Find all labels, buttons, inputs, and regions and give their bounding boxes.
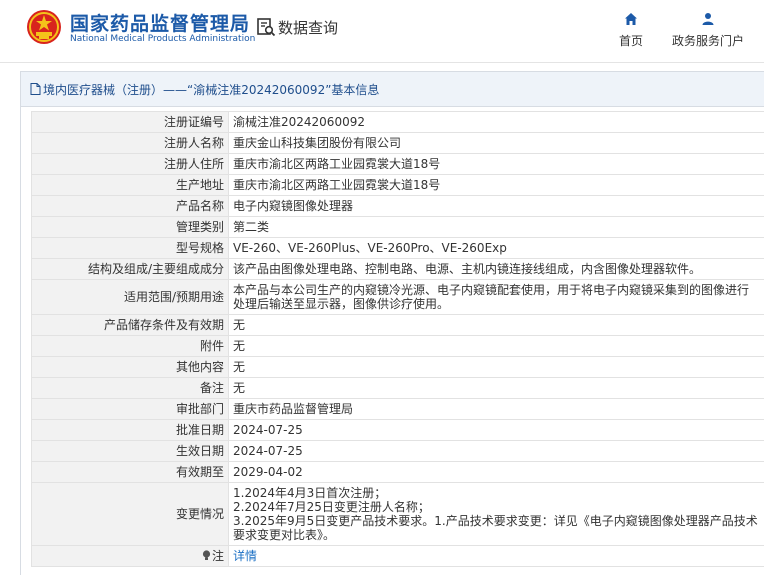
field-value: 本产品与本公司生产的内窥镜冷光源、电子内窥镜配套使用，用于将电子内窥镜采集到的图… bbox=[229, 280, 764, 315]
document-icon bbox=[30, 83, 41, 95]
breadcrumb-text: 境内医疗器械（注册）——“渝械注准20242060092”基本信息 bbox=[43, 81, 379, 98]
table-row: 型号规格VE-260、VE-260Plus、VE-260Pro、VE-260Ex… bbox=[32, 238, 764, 259]
data-query-link[interactable]: 数据查询 bbox=[256, 16, 338, 38]
field-value: VE-260、VE-260Plus、VE-260Pro、VE-260Exp bbox=[229, 238, 764, 259]
field-value: 重庆金山科技集团股份有限公司 bbox=[229, 133, 764, 154]
field-label: 适用范围/预期用途 bbox=[32, 280, 229, 315]
field-label: 有效期至 bbox=[32, 462, 229, 483]
table-row: 管理类别第二类 bbox=[32, 217, 764, 238]
field-label: 生产地址 bbox=[32, 175, 229, 196]
change-history-line: 3.2025年9月5日变更产品技术要求。1.产品技术要求变更：详见《电子内窥镜图… bbox=[233, 514, 760, 542]
table-row: 审批部门重庆市药品监督管理局 bbox=[32, 399, 764, 420]
table-row: 生效日期2024-07-25 bbox=[32, 441, 764, 462]
table-row: 适用范围/预期用途本产品与本公司生产的内窥镜冷光源、电子内窥镜配套使用，用于将电… bbox=[32, 280, 764, 315]
nav-service-portal-label: 政务服务门户 bbox=[672, 32, 744, 49]
field-value: 2024-07-25 bbox=[229, 441, 764, 462]
table-row: 注册人名称重庆金山科技集团股份有限公司 bbox=[32, 133, 764, 154]
table-row: 批准日期2024-07-25 bbox=[32, 420, 764, 441]
field-value: 渝械注准20242060092 bbox=[229, 112, 764, 133]
lightbulb-icon bbox=[202, 550, 211, 561]
change-history-value: 1.2024年4月3日首次注册； 2.2024年7月25日变更注册人名称； 3.… bbox=[229, 483, 764, 546]
field-label: 附件 bbox=[32, 336, 229, 357]
field-label: 注册证编号 bbox=[32, 112, 229, 133]
table-row: 生产地址重庆市渝北区两路工业园霓裳大道18号 bbox=[32, 175, 764, 196]
table-row: 其他内容无 bbox=[32, 357, 764, 378]
table-row: 产品名称电子内窥镜图像处理器 bbox=[32, 196, 764, 217]
field-value: 无 bbox=[229, 315, 764, 336]
field-value: 重庆市渝北区两路工业园霓裳大道18号 bbox=[229, 175, 764, 196]
site-header: 国家药品监督管理局 National Medical Products Admi… bbox=[0, 0, 764, 62]
field-value: 2024-07-25 bbox=[229, 420, 764, 441]
header-divider bbox=[0, 62, 764, 63]
field-value: 该产品由图像处理电路、控制电路、电源、主机内镜连接线组成，内含图像处理器软件。 bbox=[229, 259, 764, 280]
field-value: 2029-04-02 bbox=[229, 462, 764, 483]
field-label: 批准日期 bbox=[32, 420, 229, 441]
field-label: 型号规格 bbox=[32, 238, 229, 259]
field-value: 第二类 bbox=[229, 217, 764, 238]
field-value: 电子内窥镜图像处理器 bbox=[229, 196, 764, 217]
nav-home[interactable]: 首页 bbox=[619, 12, 643, 49]
details-value-cell: 详情 bbox=[229, 546, 764, 567]
registration-info-table: 注册证编号渝械注准20242060092 注册人名称重庆金山科技集团股份有限公司… bbox=[31, 111, 764, 567]
data-query-icon bbox=[256, 17, 276, 37]
field-label: 产品名称 bbox=[32, 196, 229, 217]
table-row: 有效期至2029-04-02 bbox=[32, 462, 764, 483]
details-label: 注 bbox=[212, 549, 224, 563]
table-row: 注册证编号渝械注准20242060092 bbox=[32, 112, 764, 133]
table-row: 注册人住所重庆市渝北区两路工业园霓裳大道18号 bbox=[32, 154, 764, 175]
field-value: 无 bbox=[229, 336, 764, 357]
field-value: 无 bbox=[229, 378, 764, 399]
details-label-cell: 注 bbox=[32, 546, 229, 567]
user-icon bbox=[701, 12, 715, 26]
data-query-label: 数据查询 bbox=[278, 17, 338, 38]
field-label: 变更情况 bbox=[32, 483, 229, 546]
site-title[interactable]: 国家药品监督管理局 bbox=[70, 9, 250, 36]
detail-panel: 境内医疗器械（注册）——“渝械注准20242060092”基本信息 注册证编号渝… bbox=[20, 71, 764, 575]
table-row-change-history: 变更情况 1.2024年4月3日首次注册； 2.2024年7月25日变更注册人名… bbox=[32, 483, 764, 546]
change-history-line: 1.2024年4月3日首次注册； bbox=[233, 486, 760, 500]
nav-service-portal[interactable]: 政务服务门户 bbox=[672, 12, 744, 49]
home-icon bbox=[624, 12, 638, 26]
field-label: 备注 bbox=[32, 378, 229, 399]
field-label: 其他内容 bbox=[32, 357, 229, 378]
field-value: 重庆市渝北区两路工业园霓裳大道18号 bbox=[229, 154, 764, 175]
field-value: 重庆市药品监督管理局 bbox=[229, 399, 764, 420]
table-row-details: 注 详情 bbox=[32, 546, 764, 567]
details-link[interactable]: 详情 bbox=[233, 549, 257, 563]
field-label: 结构及组成/主要组成成分 bbox=[32, 259, 229, 280]
field-label: 管理类别 bbox=[32, 217, 229, 238]
table-row: 产品储存条件及有效期无 bbox=[32, 315, 764, 336]
field-label: 注册人住所 bbox=[32, 154, 229, 175]
table-row: 结构及组成/主要组成成分该产品由图像处理电路、控制电路、电源、主机内镜连接线组成… bbox=[32, 259, 764, 280]
nav-home-label: 首页 bbox=[619, 32, 643, 49]
field-label: 生效日期 bbox=[32, 441, 229, 462]
table-row: 备注无 bbox=[32, 378, 764, 399]
change-history-line: 2.2024年7月25日变更注册人名称； bbox=[233, 500, 760, 514]
national-emblem-icon bbox=[26, 9, 62, 45]
field-label: 产品储存条件及有效期 bbox=[32, 315, 229, 336]
table-row: 附件无 bbox=[32, 336, 764, 357]
field-label: 注册人名称 bbox=[32, 133, 229, 154]
site-title-english: National Medical Products Administration bbox=[70, 34, 255, 44]
field-value: 无 bbox=[229, 357, 764, 378]
field-label: 审批部门 bbox=[32, 399, 229, 420]
breadcrumb: 境内医疗器械（注册）——“渝械注准20242060092”基本信息 bbox=[21, 72, 764, 107]
